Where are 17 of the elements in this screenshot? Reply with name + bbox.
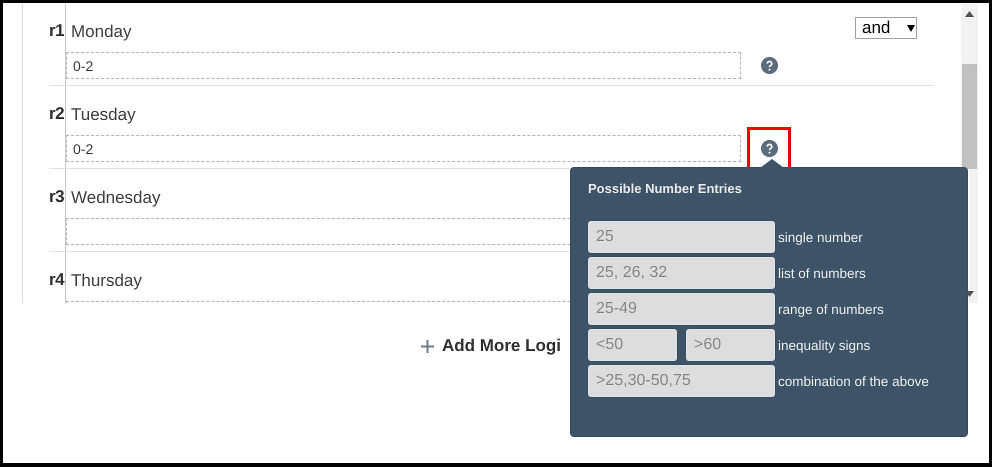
example-field: 25, 26, 32 (588, 257, 775, 289)
example-field: >60 (686, 329, 775, 361)
row-name: Monday (71, 22, 132, 42)
example-label: range of numbers (778, 302, 884, 316)
row-name: Thursday (71, 271, 142, 291)
example-field: <50 (588, 329, 677, 361)
example-label: list of numbers (778, 266, 866, 280)
example-label: inequality signs (778, 338, 870, 352)
example-field: 25 (588, 221, 775, 253)
example-field: >25,30-50,75 (588, 365, 775, 397)
example-field: 25-49 (588, 293, 775, 325)
row-name: Wednesday (71, 188, 160, 208)
example-label: single number (778, 230, 863, 244)
row-label: r4 (49, 252, 66, 303)
popup-title: Possible Number Entries (588, 181, 743, 196)
example-label: combination of the above (778, 374, 929, 388)
row-name: Tuesday (71, 105, 136, 125)
